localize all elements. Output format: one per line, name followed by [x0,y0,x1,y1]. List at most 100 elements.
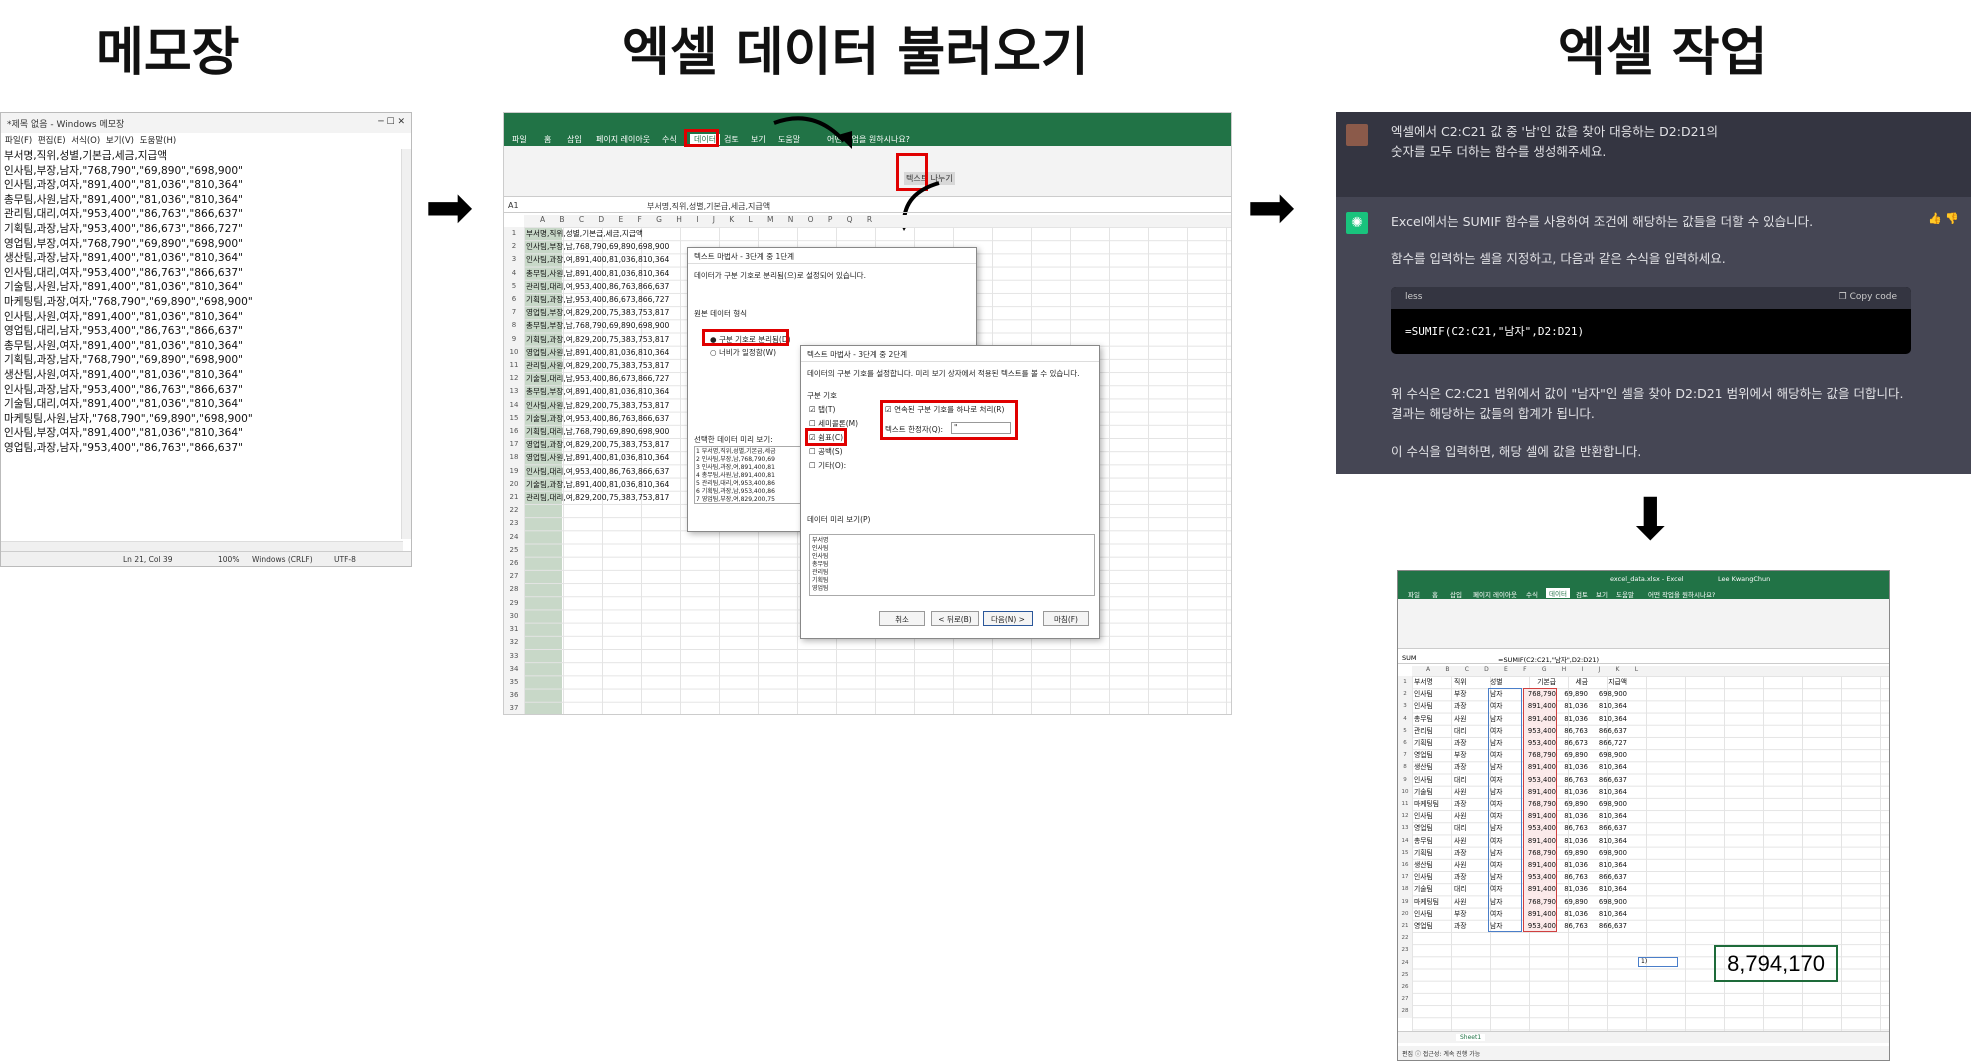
excel-result-window: excel_data.xlsx - Excel Lee KwangChun 파일… [1397,570,1890,1061]
excel2-tab-view[interactable]: 보기 [1596,589,1608,599]
window-controls[interactable]: ─ ☐ ✕ [378,117,405,129]
title-notepad: 메모장 [96,23,240,83]
delimiters-label: 구분 기호 [807,391,837,400]
tab-formulas[interactable]: 수식 [662,134,677,145]
excel-import-window: 파일 홈 삽입 페이지 레이아웃 수식 데이터 검토 보기 도움말 어떤 작업을… [503,112,1232,715]
excel2-col-d: 기본급 768,790 891,400 891,400 953,400 953,… [1527,678,1556,931]
wizard1-preview-label: 선택한 데이터 미리 보기: [694,435,773,444]
wizard1-orig-type: 원본 데이터 형식 [694,309,748,318]
excel2-search[interactable]: 어떤 작업을 원하시나요? [1648,589,1715,599]
formula-bar[interactable]: A1 부서명,직위,성별,기본급,세금,지급액 [504,199,1231,213]
radio-fixed[interactable]: ○ 너비가 일정함(W) [710,347,776,358]
wizard2-preview-label: 데이터 미리 보기(P) [807,515,871,524]
excel2-tab-home[interactable]: 홈 [1432,589,1438,599]
notepad-titlebar: *제목 없음 - Windows 메모장 ─ ☐ ✕ [1,113,411,133]
title-import: 엑셀 데이터 불러오기 [622,23,1089,83]
checkbox-tab[interactable]: ☑ 탭(T) [809,404,835,415]
name-box[interactable]: A1 [508,201,519,210]
wizard2-title: 텍스트 마법사 - 3단계 중 2단계 [801,346,1099,362]
assistant-reply3a: 위 수식은 C2:C21 범위에서 값이 "남자"인 셀을 찾아 D2:D21 … [1391,386,1904,401]
arrow-right-icon: ➡ [1247,173,1296,241]
result-cell[interactable]: 8,794,170 [1714,945,1838,982]
back-button[interactable]: < 뒤로(B) [931,611,979,626]
tab-home[interactable]: 홈 [544,134,551,145]
excel2-tab-help[interactable]: 도움말 [1616,589,1634,599]
notepad-title: *제목 없음 - Windows 메모장 [7,120,125,130]
copy-code-label: Copy code [1849,292,1897,302]
feedback-icon[interactable]: 👍 👎 [1928,212,1959,225]
cursor-position: Ln 21, Col 39 [123,555,173,564]
highlight-comma [805,428,847,446]
assistant-reply2: 함수를 입력하는 셀을 지정하고, 다음과 같은 수식을 입력하세요. [1391,251,1726,266]
highlight-data-tab [684,129,719,147]
excel2-user: Lee KwangChun [1718,575,1771,583]
sheet-tab[interactable]: Sheet1 [1456,1034,1486,1041]
excel2-tab-file[interactable]: 파일 [1408,589,1420,599]
highlight-delimited [702,329,789,346]
formula-input[interactable]: 부서명,직위,성별,기본급,세금,지급액 [647,201,770,212]
notepad-text[interactable]: 부서명,직위,성별,기본급,세금,지급액 인사팀,부장,남자,"768,790"… [4,149,253,455]
notepad-menu[interactable]: 파일(F) 편집(E) 서식(O) 보기(V) 도움말(H) [1,133,411,146]
excel2-tab-formulas[interactable]: 수식 [1526,589,1538,599]
text-wizard-step2: 텍스트 마법사 - 3단계 중 2단계 데이터의 구분 기호를 설정합니다. 미… [800,345,1100,639]
checkbox-other-label: 기타(O): [818,461,847,470]
zoom-level: 100% [218,555,240,564]
checkbox-tab-label: 탭(T) [818,405,836,414]
cancel-button[interactable]: 취소 [879,611,925,626]
user-msg-line1: 엑셀에서 C2:C21 값 중 '남'인 값을 찾아 대응하는 D2:D21의 [1391,124,1719,139]
excel2-titlebar: excel_data.xlsx - Excel Lee KwangChun [1398,571,1889,587]
finish-button[interactable]: 마침(F) [1043,611,1089,626]
code-block: less ❐ Copy code =SUMIF(C2:C21,"남자",D2:D2… [1391,287,1911,354]
user-message: 엑셀에서 C2:C21 값 중 '남'인 값을 찾아 대응하는 D2:D21의 … [1336,112,1971,197]
sheet-tabs: Sheet1 [1398,1031,1889,1043]
notepad-window: *제목 없음 - Windows 메모장 ─ ☐ ✕ 파일(F) 편집(E) 서… [0,112,412,567]
wizard1-preview: 1 부서명,직위,성별,기본급,세금 2 인사팀,부장,남,768,790,69… [694,446,808,504]
sheet-cells: 부서명,직위,성별,기본급,세금,지급액 인사팀,부장,남,768,790,69… [526,229,670,503]
checkbox-other[interactable]: ☐ 기타(O): [809,460,846,471]
wizard1-desc: 데이터가 구분 기호로 분리됨(으)로 설정되어 있습니다. [694,271,866,280]
tab-insert[interactable]: 삽입 [567,134,582,145]
excel2-namebox[interactable]: SUM [1402,654,1417,662]
arrow-right-icon: ➡ [425,173,474,241]
highlight-options [880,400,1018,440]
tab-review[interactable]: 검토 [724,134,739,145]
excel2-col-c: 성별 남자 여자 남자 여자 남자 여자 남자 여자 남자 여자 여자 남자 여… [1490,678,1503,931]
excel2-formula[interactable]: =SUMIF(C2:C21,"남자",D2:D21) [1498,654,1599,664]
horizontal-scrollbar[interactable] [1,541,403,551]
excel2-tabs: 파일 홈 삽입 페이지 레이아웃 수식 데이터 검토 보기 도움말 어떤 작업을… [1398,587,1889,599]
notepad-statusbar: Ln 21, Col 39 100% Windows (CRLF) UTF-8 [1,551,411,566]
vertical-scrollbar[interactable] [401,149,411,539]
tab-page-layout[interactable]: 페이지 레이아웃 [596,134,650,145]
avatar [1346,124,1368,146]
excel2-tab-data[interactable]: 데이터 [1546,588,1570,598]
wizard2-preview: 부서명 인사팀 인사팀 총무팀 관리팀 기획팀 영업팀 [809,534,1095,596]
excel2-col-f: 지급액 698,900 810,364 810,364 866,637 866,… [1598,678,1627,931]
checkbox-space[interactable]: ☐ 공백(S) [809,446,843,457]
excel2-tab-review[interactable]: 검토 [1576,589,1588,599]
excel2-formula-bar[interactable]: SUM =SUMIF(C2:C21,"남자",D2:D21) [1398,651,1889,664]
chatgpt-panel: 엑셀에서 C2:C21 값 중 '남'인 값을 찾아 대응하는 D2:D21의 … [1336,112,1971,474]
excel2-col-a: 부서명 인사팀 인사팀 총무팀 관리팀 기획팀 영업팀 생산팀 인사팀 기술팀 … [1414,678,1440,931]
checkbox-space-label: 공백(S) [818,447,843,456]
excel2-col-e: 세금 69,890 81,036 81,036 86,763 86,673 69… [1564,678,1588,931]
arrow-down-icon: ⬇ [1626,485,1675,553]
excel2-col-b: 직위 부장 과장 사원 대리 과장 부장 과장 대리 사원 과장 사원 대리 사… [1454,678,1467,931]
user-msg-line2: 숫자를 모두 더하는 함수를 생성해주세요. [1391,144,1607,159]
tab-file[interactable]: 파일 [512,134,527,145]
code-text: =SUMIF(C2:C21,"남자",D2:D21) [1405,325,1585,338]
excel2-tab-insert[interactable]: 삽입 [1450,589,1462,599]
excel2-statusbar: 편집 ⓘ 접근성: 계속 진행 가능 [1398,1046,1889,1060]
assistant-logo-icon: ✺ [1346,212,1368,234]
next-button[interactable]: 다음(N) > [983,611,1033,626]
excel2-tab-layout[interactable]: 페이지 레이아웃 [1473,589,1517,599]
line-ending: Windows (CRLF) [252,555,313,564]
encoding: UTF-8 [334,555,356,564]
assistant-reply3b: 결과는 해당하는 값들의 합계가 됩니다. [1391,406,1595,421]
copy-code-button[interactable]: ❐ Copy code [1839,292,1897,304]
checkbox-semicolon-label: 세미콜론(M) [818,419,859,428]
excel2-ribbon [1398,599,1889,649]
radio-fixed-label: 너비가 일정함(W) [718,348,776,357]
assistant-reply4: 이 수식을 입력하면, 해당 셀에 값을 반환합니다. [1391,444,1642,459]
row-headers: 1 2 3 4 5 6 7 8 9 10 11 12 13 14 15 16 1… [504,227,524,714]
excel2-col-headers: A B C D E F G H I J K L [1412,666,1889,676]
